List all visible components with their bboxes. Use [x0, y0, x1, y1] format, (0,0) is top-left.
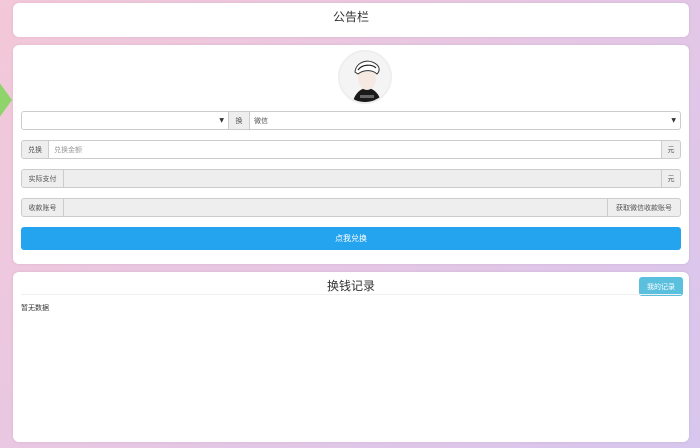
account-row: 收款账号 获取微信收款账号	[21, 198, 681, 217]
amount-label: 兑换	[21, 140, 49, 159]
records-title: 换钱记录	[326, 279, 375, 293]
chevron-down-icon: ▼	[671, 117, 676, 124]
decorative-leaf	[0, 75, 12, 125]
amount-unit: 元	[661, 140, 681, 159]
to-currency-select[interactable]: 微信 ▼	[249, 111, 681, 130]
amount-input[interactable]: 兑换金额	[49, 140, 661, 159]
fetch-account-button[interactable]: 获取微信收款账号	[607, 198, 681, 217]
exchange-form-card: ▼ 换 微信 ▼ 兑换 兑换金额 元 实际支付 元 收款账号 获取微信收款账号 …	[13, 45, 689, 264]
account-label: 收款账号	[21, 198, 64, 217]
notice-card: 公告栏	[13, 3, 689, 37]
chevron-down-icon: ▼	[219, 117, 224, 124]
records-card: 换钱记录 我的记录 暂无数据	[13, 272, 689, 442]
records-divider	[21, 294, 681, 295]
actual-pay-input	[64, 169, 661, 188]
to-currency-value: 微信	[254, 116, 268, 125]
actual-pay-unit: 元	[661, 169, 681, 188]
avatar	[338, 50, 392, 104]
avatar-image	[340, 52, 390, 102]
from-currency-select[interactable]: ▼	[21, 111, 229, 130]
empty-records-text: 暂无数据	[21, 304, 49, 312]
swap-label: 换	[229, 111, 249, 130]
actual-pay-row: 实际支付 元	[21, 169, 681, 188]
notice-title: 公告栏	[332, 10, 369, 24]
exchange-submit-button[interactable]: 点我兑换	[21, 227, 681, 250]
account-input	[64, 198, 607, 217]
amount-row: 兑换 兑换金额 元	[21, 140, 681, 159]
actual-pay-label: 实际支付	[21, 169, 64, 188]
currency-select-row: ▼ 换 微信 ▼	[21, 111, 681, 130]
